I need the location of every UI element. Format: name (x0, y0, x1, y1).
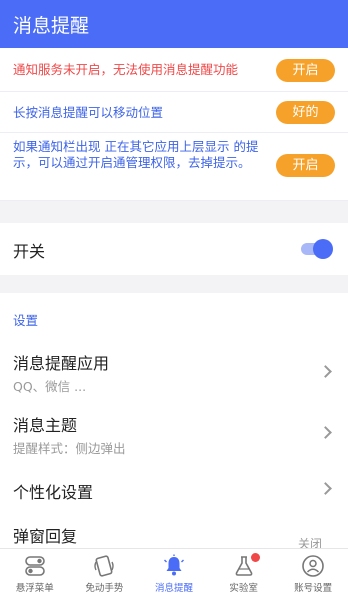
page-title: 消息提醒 (13, 15, 90, 37)
tab-gestures[interactable]: 免动手势 (70, 549, 140, 596)
user-icon (302, 555, 324, 577)
master-switch-row[interactable]: 开关 (0, 223, 348, 275)
tab-floating-menu[interactable]: 悬浮菜单 (0, 549, 70, 596)
tab-label: 账号设置 (294, 583, 333, 594)
bottom-tab-bar: 悬浮菜单 免动手势 消息提醒 实验室 账号设置 (0, 548, 348, 596)
switch-label: 开关 (13, 242, 46, 261)
enable-permission-button[interactable]: 开启 (276, 154, 335, 177)
section-title: 设置 (13, 313, 39, 328)
phone-gesture-icon (94, 555, 115, 577)
row-title: 个性化设置 (13, 483, 94, 502)
chevron-right-icon (319, 482, 332, 495)
setting-message-theme[interactable]: 消息主题 提醒样式：侧边弹出 (0, 403, 348, 461)
notice-service-disabled: 通知服务未开启，无法使用消息提醒功能 开启 (0, 48, 348, 92)
toggle-knob (313, 239, 333, 259)
tab-notifications[interactable]: 消息提醒 (139, 549, 209, 596)
notice-list: 通知服务未开启，无法使用消息提醒功能 开启 长按消息提醒可以移动位置 好的 如果… (0, 48, 348, 201)
tab-label: 免动手势 (85, 583, 124, 594)
bell-icon (163, 554, 184, 576)
notification-badge (250, 553, 260, 562)
tab-lab[interactable]: 实验室 (209, 549, 279, 596)
chevron-right-icon (319, 365, 332, 378)
setting-personalization[interactable]: 个性化设置 (0, 473, 348, 503)
row-title: 消息主题 (13, 416, 78, 435)
row-title: 消息提醒应用 (13, 354, 110, 373)
app-header: 消息提醒 (0, 0, 348, 48)
setting-reminder-apps[interactable]: 消息提醒应用 QQ、微信 ... (0, 341, 348, 399)
row-title: 弹窗回复 (13, 527, 78, 546)
notice-long-press-tip: 长按消息提醒可以移动位置 好的 (0, 92, 348, 133)
notice-overlay-tip: 如果通知栏出现 正在其它应用上层显示 的提示，可以通过开启通管理权限，去掉提示。… (0, 133, 348, 201)
notice-text: 通知服务未开启，无法使用消息提醒功能 (13, 62, 239, 77)
tab-account[interactable]: 账号设置 (278, 549, 348, 596)
chevron-right-icon (319, 426, 332, 439)
ok-button[interactable]: 好的 (276, 101, 335, 124)
notice-text: 长按消息提醒可以移动位置 (13, 105, 164, 120)
row-subtitle: 提醒样式：侧边弹出 (13, 441, 126, 456)
toggle-icon (24, 556, 45, 576)
notice-text: 如果通知栏出现 正在其它应用上层显示 的提示，可以通过开启通管理权限，去掉提示。 (13, 139, 259, 170)
enable-service-button[interactable]: 开启 (276, 59, 335, 82)
tab-label: 悬浮菜单 (15, 583, 54, 594)
master-toggle[interactable] (301, 239, 333, 259)
row-subtitle: QQ、微信 ... (13, 379, 87, 394)
tab-label: 消息提醒 (154, 583, 193, 594)
settings-section: 设置 消息提醒应用 QQ、微信 ... 消息主题 提醒样式：侧边弹出 个性化设置… (0, 293, 348, 553)
tab-label: 实验室 (229, 583, 258, 594)
